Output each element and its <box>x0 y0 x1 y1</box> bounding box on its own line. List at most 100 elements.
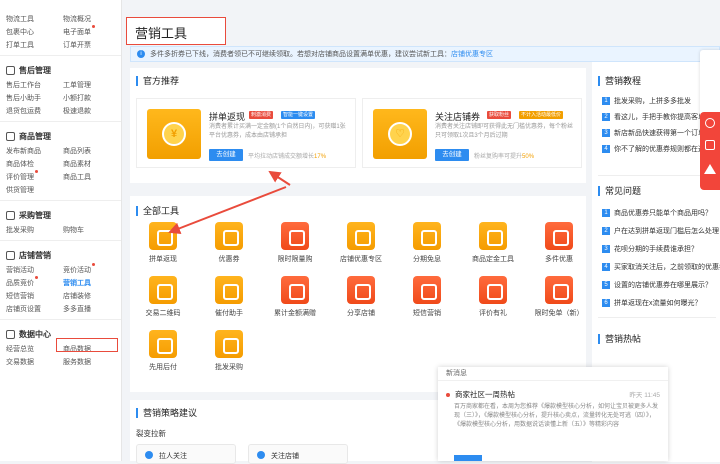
sidebar-item[interactable]: 商品素材 <box>63 159 120 169</box>
sidebar-row: 交易数据 服务数据 <box>0 355 121 368</box>
edit-icon[interactable] <box>705 140 715 150</box>
sidebar-section[interactable]: 采购管理 <box>0 207 121 223</box>
number-badge: 4 <box>602 263 610 271</box>
sidebar-item[interactable]: 短信营销 <box>6 291 63 301</box>
number-badge: 3 <box>602 245 610 253</box>
sidebar-item[interactable]: 竞价活动 <box>63 262 120 275</box>
section-icon <box>6 329 15 339</box>
divider <box>0 55 121 56</box>
faq-text: 户在达到拼单返现门槛后怎么处理 <box>614 228 719 235</box>
sidebar-item[interactable]: 工单管理 <box>63 80 120 90</box>
sidebar-row: 商品体检 商品素材 <box>0 157 121 170</box>
faq-item[interactable]: 6 拼单返现在x流量如何曝光？ <box>602 298 702 308</box>
sidebar-item[interactable]: 评价管理 <box>6 169 63 182</box>
unread-dot-icon <box>446 392 450 397</box>
tutorial-item[interactable]: 4 你不了解的优惠券规则都在这里 <box>602 144 712 154</box>
sidebar-item[interactable]: 商品体检 <box>6 159 63 169</box>
sidebar-row: 售后小助手 小额打款 <box>0 91 121 104</box>
divider <box>0 240 121 241</box>
sidebar-row: 品质竞价 营销工具 <box>0 275 121 289</box>
tool-label: 评价有礼 <box>479 310 507 317</box>
tool-item[interactable]: 短信营销 <box>394 276 460 322</box>
sidebar-item[interactable]: 电子面单 <box>63 24 120 37</box>
sidebar-item[interactable]: 店铺页设置 <box>6 304 63 314</box>
strategy-card-label: 关注店铺 <box>271 453 299 460</box>
tool-item[interactable]: 先用后付 <box>130 330 196 376</box>
sidebar-item[interactable]: 交易数据 <box>6 357 63 367</box>
sidebar-item[interactable]: 购物车 <box>63 225 120 235</box>
float-toolbar-red <box>700 112 720 190</box>
sidebar-item[interactable]: 退货包运费 <box>6 106 63 116</box>
sidebar-section[interactable]: 售后管理 <box>0 62 121 78</box>
sidebar-item[interactable]: 包裹中心 <box>6 27 63 37</box>
sidebar-item[interactable]: 服务数据 <box>63 357 120 367</box>
tool-label: 限时免单（新） <box>534 310 584 317</box>
message-popup[interactable]: 新消息 商家社区一周热帖 昨天 11:45 百万商家都在看，本周为您推荐《爆款模… <box>438 367 668 461</box>
faq-item[interactable]: 4 买家取消关注后，之前领取的优惠券 <box>602 262 720 272</box>
sidebar-item[interactable]: 物流工具 <box>6 14 63 24</box>
sidebar-section-title: 数据中心 <box>19 329 51 339</box>
sidebar-row: 发布新商品 商品列表 <box>0 144 121 157</box>
tool-item[interactable]: 分享店铺 <box>328 276 394 322</box>
sidebar-row: 打单工具 订单开票 <box>0 38 121 51</box>
sidebar-item[interactable]: 店铺装修 <box>63 291 120 301</box>
sidebar-item[interactable]: 供货管理 <box>6 185 63 195</box>
tool-item[interactable]: 限时免单（新） <box>526 276 592 322</box>
tool-label: 累计金额满赠 <box>274 310 316 317</box>
sidebar-item[interactable]: 品质竞价 <box>6 275 63 288</box>
sidebar-item[interactable]: 售后工作台 <box>6 80 63 90</box>
tool-label: 分享店铺 <box>347 310 375 317</box>
tutorial-item[interactable]: 2 看这儿，手把手教你提高客单价 <box>602 112 712 122</box>
tool-icon <box>413 276 441 304</box>
sidebar-item[interactable]: 售后小助手 <box>6 93 63 103</box>
strategy-card-0[interactable]: 拉人关注 <box>136 444 236 464</box>
section-icon <box>6 250 15 260</box>
sidebar-item[interactable]: 小额打款 <box>63 93 120 103</box>
tutorial-item[interactable]: 3 新店新品快速获得第一个订单 <box>602 128 705 138</box>
faq-item[interactable]: 1 商品优惠券只能单个商品用吗？ <box>602 208 712 218</box>
tool-item[interactable]: 累计金额满赠 <box>262 276 328 322</box>
number-badge: 5 <box>602 281 610 289</box>
faq-title: 常见问题 <box>598 186 641 196</box>
sidebar-item[interactable]: 发布新商品 <box>6 146 63 156</box>
sidebar-item[interactable]: 多多直播 <box>63 304 120 314</box>
tool-item[interactable]: 催付助手 <box>196 276 262 322</box>
popup-body: 百万商家都在看，本周为您推荐《爆款模型核心分析，如何让宝贝被更多人发现（三）》，… <box>454 404 659 428</box>
tutorial-item[interactable]: 1 批发采购，上拼多多批发 <box>602 96 691 106</box>
sidebar-item[interactable]: 商品列表 <box>63 146 120 156</box>
strategy-card-1[interactable]: 关注店铺 <box>248 444 348 464</box>
sidebar-item[interactable]: 极速退款 <box>63 106 120 116</box>
sidebar-section[interactable]: 商品管理 <box>0 128 121 144</box>
hot-title: 营销热帖 <box>598 334 641 344</box>
divider <box>598 175 716 176</box>
tool-icon <box>149 276 177 304</box>
sidebar-item[interactable]: 营销活动 <box>6 265 63 275</box>
sidebar-section[interactable]: 店铺营销 <box>0 247 121 263</box>
faq-item[interactable]: 2 户在达到拼单返现门槛后怎么处理 <box>602 226 719 236</box>
tool-item[interactable]: 评价有礼 <box>460 276 526 322</box>
sidebar-item[interactable]: 批发采购 <box>6 225 63 235</box>
sidebar-section-title: 售后管理 <box>19 65 51 75</box>
divider <box>0 200 121 201</box>
tool-item[interactable]: 批发采购 <box>196 330 262 376</box>
number-badge: 2 <box>602 113 610 121</box>
tool-item[interactable]: 交易二维码 <box>130 276 196 322</box>
sidebar-item[interactable]: 经营总览 <box>6 344 63 354</box>
faq-item[interactable]: 5 设置的店铺优惠券在哪里展示？ <box>602 280 712 290</box>
warning-icon[interactable] <box>704 164 716 174</box>
popup-time: 昨天 11:45 <box>629 392 660 399</box>
faq-item[interactable]: 3 花呗分期的手续费谁承担？ <box>602 244 698 254</box>
service-icon[interactable] <box>705 118 715 128</box>
sidebar-item[interactable]: 打单工具 <box>6 40 63 50</box>
highlight-marketing-tools <box>56 338 118 352</box>
sidebar-item[interactable]: 物流概况 <box>63 14 120 24</box>
popup-action-bar[interactable] <box>454 455 482 461</box>
popup-header: 新消息 <box>438 367 668 381</box>
section-icon <box>6 65 15 75</box>
user-icon <box>145 451 153 459</box>
tutorial-text: 你不了解的优惠券规则都在这里 <box>614 146 712 153</box>
sidebar-item[interactable]: 营销工具 <box>63 278 120 288</box>
sidebar-item[interactable]: 商品工具 <box>63 172 120 182</box>
sidebar-item[interactable]: 订单开票 <box>63 40 120 50</box>
sidebar-row: 批发采购 购物车 <box>0 223 121 236</box>
